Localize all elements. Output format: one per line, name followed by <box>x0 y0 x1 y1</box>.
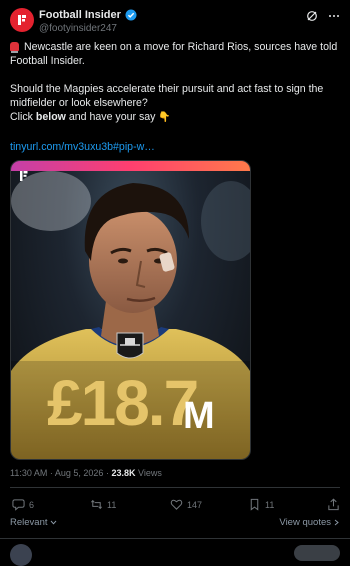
sort-dropdown[interactable]: Relevant <box>10 517 57 528</box>
pointing-down-icon: 👇 <box>158 112 171 123</box>
bookmark-count: 11 <box>265 499 275 510</box>
reply-button-partial[interactable] <box>294 545 340 561</box>
reply-button[interactable]: 6 <box>12 498 34 511</box>
like-icon <box>170 499 183 510</box>
repost-button[interactable]: 11 <box>90 498 116 511</box>
divider <box>10 487 340 488</box>
post-paragraph-3: Click below and have your say 👇 <box>10 111 171 123</box>
repost-count: 11 <box>107 499 117 510</box>
transfer-fee-unit: M <box>183 395 215 437</box>
views-label: Views <box>138 468 162 478</box>
chevron-down-icon <box>50 520 56 525</box>
bookmark-button[interactable]: 11 <box>248 498 274 511</box>
account-names: Football Insider @footyinsider247 <box>39 9 137 34</box>
account-name[interactable]: Football Insider <box>39 9 121 21</box>
post-text: Newcastle are keen on a move for Richard… <box>10 40 338 125</box>
view-quotes-link[interactable]: View quotes <box>279 517 340 528</box>
reply-avatar <box>10 544 32 566</box>
more-icon[interactable] <box>328 10 340 22</box>
reply-count: 6 <box>29 499 35 510</box>
reply-icon <box>12 499 25 511</box>
view-quotes-label: View quotes <box>279 517 331 528</box>
post-link[interactable]: tinyurl.com/mv3uxu3b#pip-w… <box>10 141 155 153</box>
header-actions <box>306 10 340 22</box>
post-meta: 11:30 AM · Aug 5, 2026 · 23.8K Views <box>10 468 162 478</box>
bookmark-icon <box>250 498 259 511</box>
account-handle[interactable]: @footyinsider247 <box>39 23 137 34</box>
grok-icon[interactable] <box>306 10 318 22</box>
post-date[interactable]: Aug 5, 2026 <box>55 468 104 478</box>
repost-icon <box>91 499 102 510</box>
alert-siren-icon <box>10 42 19 53</box>
post-header: Football Insider @footyinsider247 <box>10 8 340 42</box>
divider <box>0 538 350 539</box>
share-button[interactable] <box>327 498 340 511</box>
share-icon <box>328 498 339 511</box>
chevron-right-icon <box>334 519 339 526</box>
avatar[interactable] <box>10 8 34 32</box>
like-count: 147 <box>187 499 203 510</box>
post-paragraph-1: Newcastle are keen on a move for Richard… <box>10 41 338 67</box>
post-media[interactable]: £18.7 M <box>10 160 251 460</box>
like-button[interactable]: 147 <box>170 498 202 511</box>
post-time[interactable]: 11:30 AM <box>10 468 47 478</box>
football-insider-logo-icon <box>18 15 26 25</box>
post-paragraph-2: Should the Magpies accelerate their purs… <box>10 83 324 109</box>
views-count: 23.8K <box>111 468 136 478</box>
action-bar: 6 11 147 11 <box>10 498 340 512</box>
transfer-fee-value: £18.7 <box>47 367 199 439</box>
verified-badge-icon <box>125 9 137 21</box>
sort-label: Relevant <box>10 517 48 528</box>
